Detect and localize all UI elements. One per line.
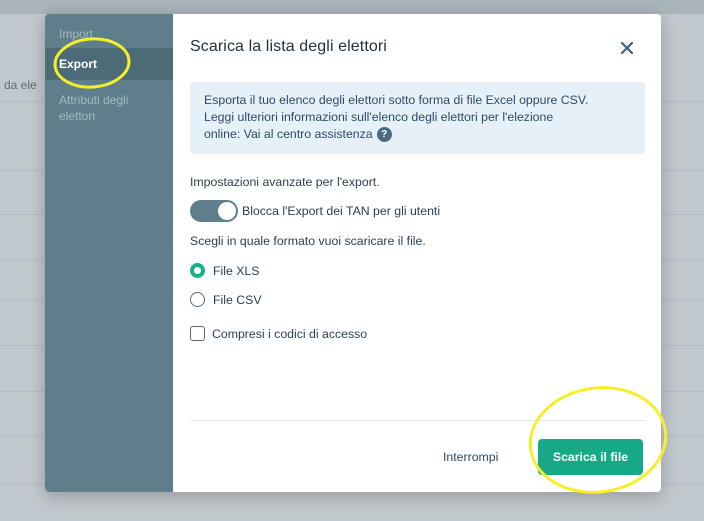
export-modal: Import Export Attributi degli elettori S… [45,14,661,492]
info-text-line1: Esporta il tuo elenco degli elettori sot… [204,93,589,107]
sidebar-item-import[interactable]: Import [45,26,173,42]
modal-sidebar: Import Export Attributi degli elettori [45,14,173,492]
format-option-csv[interactable]: File CSV [190,292,262,307]
sidebar-item-export[interactable]: Export [45,48,173,80]
sidebar-item-attributes[interactable]: Attributi degli elettori [45,92,155,124]
tan-export-toggle[interactable] [190,200,238,222]
format-option-csv-label: File CSV [213,292,262,307]
help-icon[interactable]: ? [376,127,392,143]
include-access-codes-checkbox[interactable] [190,326,205,341]
tan-export-toggle-label: Blocca l'Export dei TAN per gli utenti [242,204,441,218]
tan-export-toggle-row: Blocca l'Export dei TAN per gli utenti [190,200,440,222]
format-label: Scegli in quale formato vuoi scaricare i… [190,234,426,248]
cancel-button[interactable]: Interrompi [443,450,498,464]
footer-divider [190,420,645,421]
download-file-button[interactable]: Scarica il file [538,439,643,475]
include-access-codes-label: Compresi i codici di accesso [212,326,368,341]
close-icon[interactable] [617,38,637,58]
format-option-xls-label: File XLS [213,263,260,278]
info-box: Esporta il tuo elenco degli elettori sot… [190,82,645,154]
info-text-line3: online: Vai al centro assistenza? [204,126,631,143]
background-header [0,0,704,14]
format-option-xls[interactable]: File XLS [190,263,259,278]
help-center-link[interactable]: Vai al centro assistenza [244,127,373,141]
background-column-text: da ele [4,78,37,92]
info-text-prefix: online: [204,127,244,141]
toggle-knob [218,202,236,220]
radio-checked-icon[interactable] [190,263,205,278]
info-text-line2: Leggi ulteriori informazioni sull'elenco… [204,110,554,124]
include-access-codes-row[interactable]: Compresi i codici di accesso [190,326,367,341]
modal-main: Scarica la lista degli elettori Esporta … [173,14,661,492]
modal-title: Scarica la lista degli elettori [190,38,387,55]
radio-unchecked-icon[interactable] [190,292,205,307]
advanced-settings-label: Impostazioni avanzate per l'export. [190,175,380,189]
